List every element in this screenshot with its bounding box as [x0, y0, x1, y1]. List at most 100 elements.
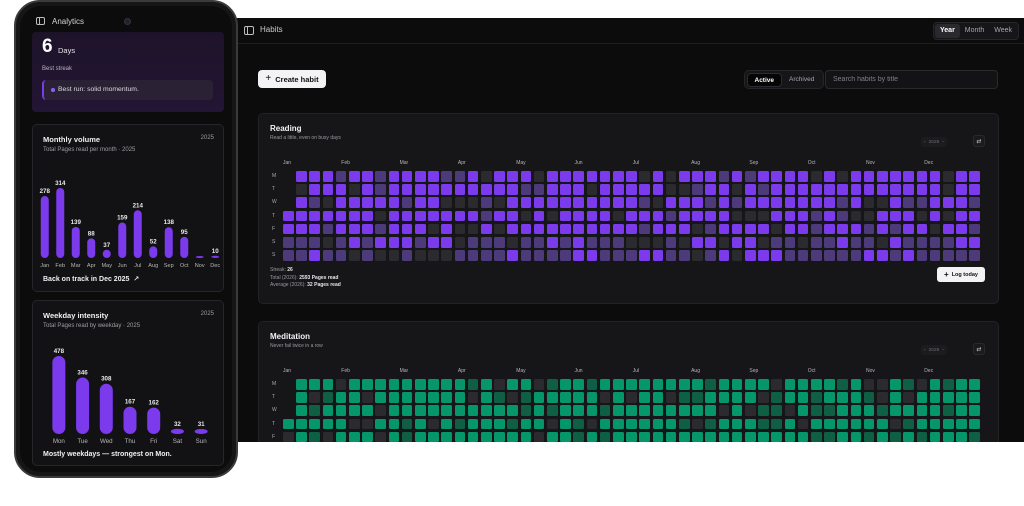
day-cell[interactable] [850, 223, 862, 235]
day-cell[interactable] [705, 184, 716, 195]
day-cell[interactable] [283, 250, 294, 261]
day-cell[interactable] [679, 379, 690, 390]
day-cell[interactable] [811, 171, 822, 182]
day-cell[interactable] [811, 392, 822, 403]
day-cell[interactable] [533, 250, 545, 261]
day-cell[interactable] [296, 171, 307, 182]
day-cell[interactable] [639, 184, 650, 195]
day-cell[interactable] [890, 431, 901, 442]
day-cell[interactable] [890, 184, 901, 195]
day-cell[interactable] [520, 418, 532, 430]
day-cell[interactable] [586, 379, 598, 390]
day-cell[interactable] [731, 184, 743, 195]
day-cell[interactable] [956, 392, 967, 403]
status-archived-tab[interactable]: Archived [782, 73, 821, 87]
day-cell[interactable] [362, 171, 373, 182]
day-cell[interactable] [969, 210, 980, 222]
day-cell[interactable] [929, 379, 941, 390]
day-cell[interactable] [613, 197, 624, 208]
day-cell[interactable] [665, 431, 677, 442]
day-cell[interactable] [784, 431, 796, 442]
day-cell[interactable] [573, 171, 584, 182]
day-cell[interactable] [322, 418, 334, 430]
day-cell[interactable] [718, 237, 730, 248]
day-cell[interactable] [969, 392, 980, 403]
day-cell[interactable] [309, 237, 320, 248]
day-cell[interactable] [718, 418, 730, 430]
day-cell[interactable] [309, 431, 320, 442]
day-cell[interactable] [322, 223, 334, 235]
day-cell[interactable] [943, 223, 954, 235]
day-cell[interactable] [467, 418, 479, 430]
day-cell[interactable] [652, 184, 664, 195]
day-cell[interactable] [375, 250, 386, 261]
day-cell[interactable] [639, 210, 650, 222]
day-cell[interactable] [705, 210, 716, 222]
day-cell[interactable] [599, 210, 611, 222]
day-cell[interactable] [613, 223, 624, 235]
day-cell[interactable] [758, 379, 769, 390]
day-cell[interactable] [481, 237, 492, 248]
day-cell[interactable] [401, 418, 413, 430]
day-cell[interactable] [745, 250, 756, 261]
day-cell[interactable] [679, 392, 690, 403]
day-cell[interactable] [718, 171, 730, 182]
day-cell[interactable] [731, 237, 743, 248]
day-cell[interactable] [877, 379, 888, 390]
day-cell[interactable] [626, 223, 637, 235]
day-cell[interactable] [441, 184, 452, 195]
day-cell[interactable] [349, 418, 360, 430]
day-cell[interactable] [586, 171, 598, 182]
day-cell[interactable] [362, 405, 373, 416]
day-cell[interactable] [467, 223, 479, 235]
day-cell[interactable] [824, 184, 835, 195]
day-cell[interactable] [441, 405, 452, 416]
day-cell[interactable] [388, 392, 400, 403]
day-cell[interactable] [811, 197, 822, 208]
day-cell[interactable] [494, 392, 505, 403]
day-cell[interactable] [415, 237, 426, 248]
day-cell[interactable] [375, 210, 386, 222]
day-cell[interactable] [467, 250, 479, 261]
day-cell[interactable] [705, 171, 716, 182]
day-cell[interactable] [599, 223, 611, 235]
day-cell[interactable] [375, 405, 386, 416]
day-cell[interactable] [626, 431, 637, 442]
day-cell[interactable] [771, 250, 782, 261]
day-cell[interactable] [586, 431, 598, 442]
day-cell[interactable] [705, 197, 716, 208]
day-cell[interactable] [573, 379, 584, 390]
day-cell[interactable] [599, 405, 611, 416]
day-cell[interactable] [929, 418, 941, 430]
day-cell[interactable] [943, 379, 954, 390]
day-cell[interactable] [415, 418, 426, 430]
day-cell[interactable] [784, 184, 796, 195]
day-cell[interactable] [784, 250, 796, 261]
day-cell[interactable] [428, 379, 439, 390]
day-cell[interactable] [943, 392, 954, 403]
day-cell[interactable] [969, 379, 980, 390]
day-cell[interactable] [771, 184, 782, 195]
day-cell[interactable] [335, 250, 347, 261]
day-cell[interactable] [520, 210, 532, 222]
day-cell[interactable] [467, 379, 479, 390]
day-cell[interactable] [547, 405, 558, 416]
day-cell[interactable] [388, 184, 400, 195]
day-cell[interactable] [362, 210, 373, 222]
day-cell[interactable] [890, 223, 901, 235]
day-cell[interactable] [903, 392, 914, 403]
day-cell[interactable] [481, 197, 492, 208]
day-cell[interactable] [349, 171, 360, 182]
day-cell[interactable] [969, 431, 980, 442]
day-cell[interactable] [758, 250, 769, 261]
day-cell[interactable] [335, 197, 347, 208]
day-cell[interactable] [692, 197, 703, 208]
day-cell[interactable] [349, 250, 360, 261]
day-cell[interactable] [837, 184, 848, 195]
day-cell[interactable] [956, 418, 967, 430]
day-cell[interactable] [943, 405, 954, 416]
day-cell[interactable] [837, 237, 848, 248]
day-cell[interactable] [877, 431, 888, 442]
day-cell[interactable] [613, 379, 624, 390]
day-cell[interactable] [322, 237, 334, 248]
